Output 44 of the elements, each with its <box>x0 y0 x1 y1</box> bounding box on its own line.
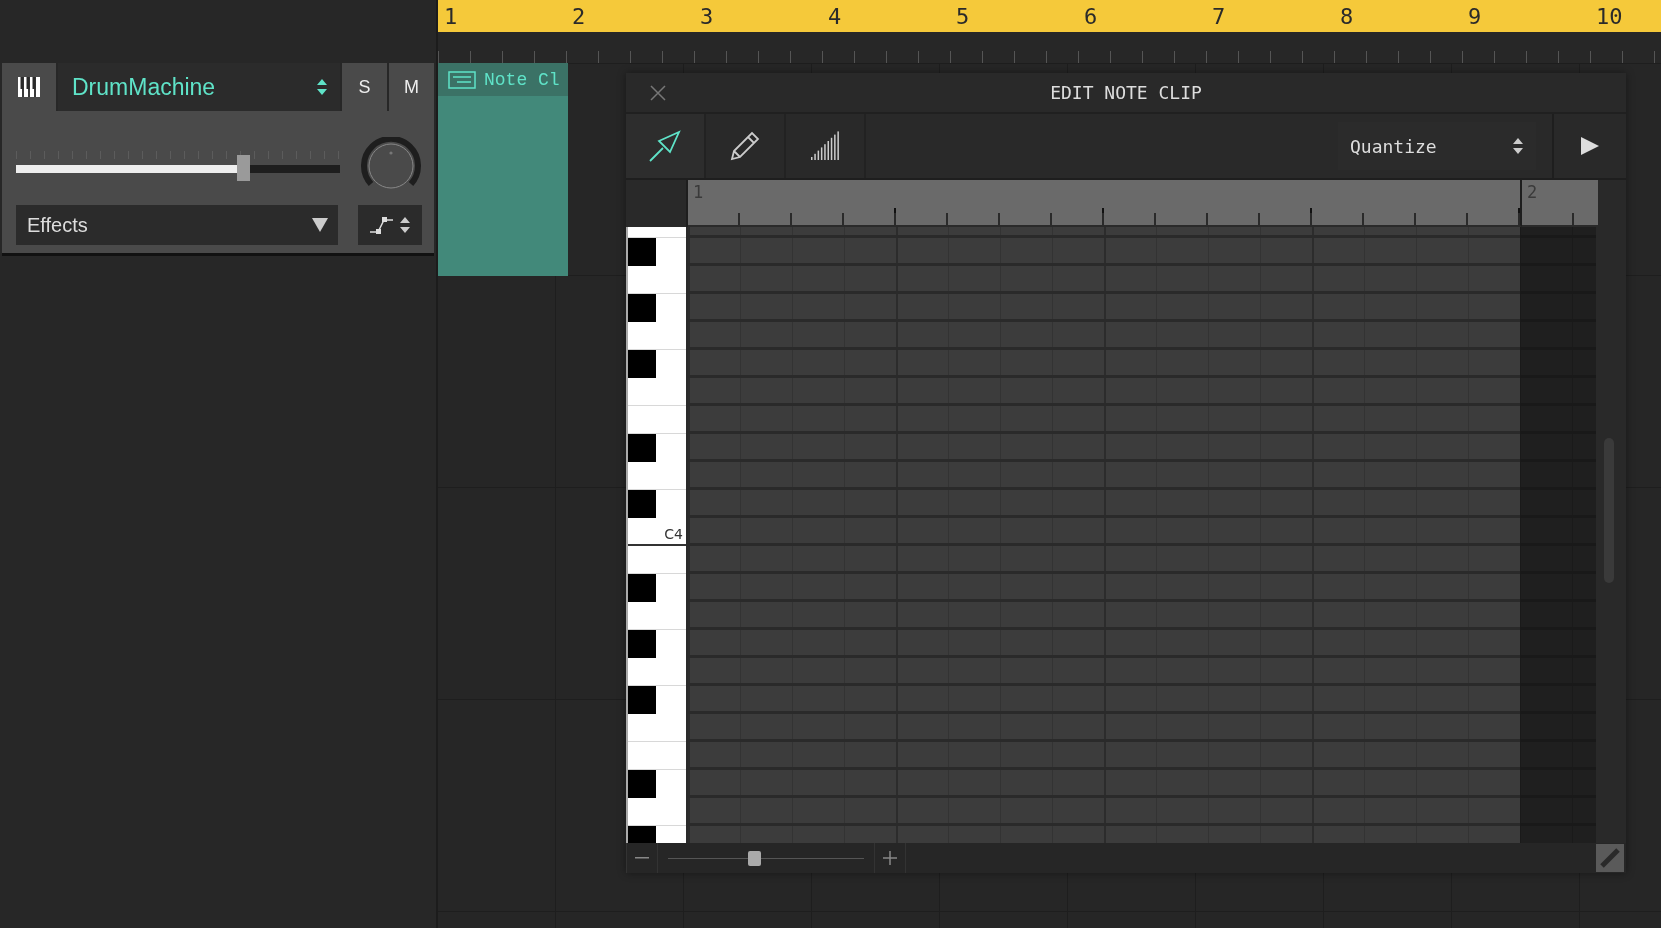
up-down-arrows-icon <box>399 215 411 235</box>
bar-number: 9 <box>1467 3 1483 31</box>
automation-button[interactable] <box>358 205 422 245</box>
mute-button[interactable]: M <box>389 63 434 111</box>
effects-dropdown[interactable]: Effects <box>16 205 338 245</box>
bar-number: 2 <box>571 3 587 31</box>
timeline-ruler[interactable]: 1 2 3 4 5 6 7 8 9 10 <box>438 0 1661 32</box>
volume-fader[interactable] <box>16 149 340 179</box>
bar-number: 4 <box>827 3 843 31</box>
bar-number: 1 <box>443 3 459 31</box>
zoom-in-button[interactable] <box>874 843 906 873</box>
bar-number: 5 <box>955 3 971 31</box>
play-button[interactable] <box>1552 114 1626 178</box>
window-title: EDIT NOTE CLIP <box>1050 82 1202 103</box>
pan-knob[interactable] <box>360 137 422 191</box>
play-icon <box>1580 136 1600 156</box>
pencil-icon <box>728 129 762 163</box>
solo-button[interactable]: S <box>342 63 387 111</box>
zoom-out-button[interactable] <box>626 843 658 873</box>
piano-keys-icon <box>17 76 41 98</box>
up-down-arrows-icon <box>316 77 328 97</box>
clip-icon <box>448 70 476 89</box>
close-icon[interactable] <box>650 84 666 101</box>
velocity-bars-icon <box>809 130 841 162</box>
dropdown-triangle-icon <box>312 218 328 232</box>
note-clip[interactable]: Note Cl <box>438 63 568 276</box>
bar-number: 8 <box>1339 3 1355 31</box>
note-grid[interactable] <box>688 227 1596 843</box>
minus-icon <box>635 857 649 859</box>
arrow-pointer-icon <box>648 129 682 163</box>
bar-number: 6 <box>1083 3 1099 31</box>
track-name-selector[interactable]: DrumMachine <box>58 63 340 111</box>
plus-icon <box>883 851 897 865</box>
bar-number: 3 <box>699 3 715 31</box>
automation-curve-icon <box>369 215 395 235</box>
note-label: C4 <box>664 526 683 542</box>
resize-grip-icon <box>1599 847 1621 869</box>
bar-number: 7 <box>1211 3 1227 31</box>
up-down-arrows-icon <box>1512 136 1524 156</box>
bar-number: 10 <box>1595 3 1624 31</box>
pointer-tool-button[interactable] <box>626 114 706 178</box>
resize-handle[interactable] <box>1596 844 1624 872</box>
instrument-button[interactable] <box>2 63 56 111</box>
zoom-slider[interactable] <box>668 848 864 868</box>
